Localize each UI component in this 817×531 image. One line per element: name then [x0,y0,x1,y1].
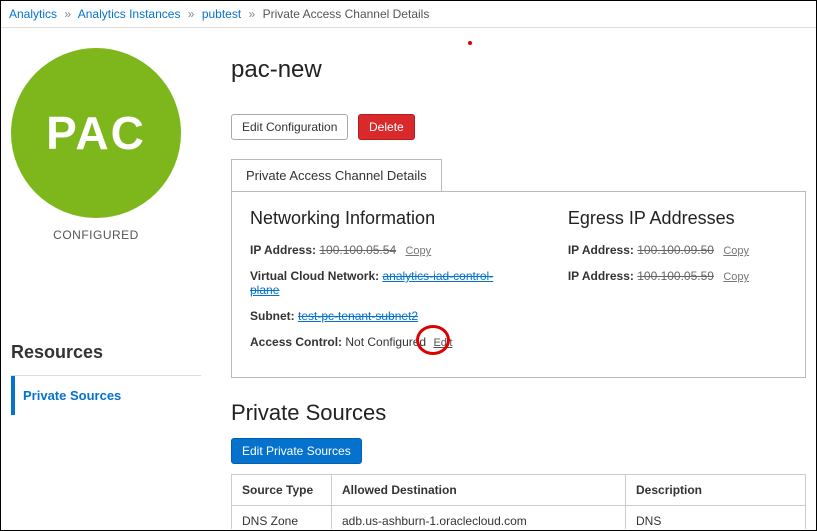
egress-ip-value: 100.100.09.50 [637,243,714,257]
resources-heading: Resources [11,342,201,363]
private-sources-heading: Private Sources [231,400,806,426]
pac-badge-text: PAC [46,106,146,160]
breadcrumb-sep: » [249,7,256,21]
egress-ip-label: IP Address: [568,243,634,257]
annotation-dot [468,41,472,45]
egress-heading: Egress IP Addresses [568,208,787,229]
access-control-edit-link[interactable]: Edit [433,337,452,349]
ip-address-label: IP Address: [250,243,316,257]
edit-configuration-button[interactable]: Edit Configuration [231,114,348,140]
subnet-link[interactable]: test-pc-tenant-subnet2 [298,309,418,323]
breadcrumb-current: Private Access Channel Details [263,7,430,21]
delete-button[interactable]: Delete [358,114,415,140]
page-title: pac-new [231,56,806,84]
breadcrumb: Analytics » Analytics Instances » pubtes… [1,1,816,28]
access-control-value: Not Configured [345,335,426,349]
breadcrumb-link-pubtest[interactable]: pubtest [202,7,241,21]
col-description: Description [626,475,806,506]
ip-copy-link[interactable]: Copy [405,245,431,257]
access-control-label: Access Control: [250,335,342,349]
col-allowed-dest: Allowed Destination [332,475,626,506]
pac-badge-circle: PAC [11,48,181,218]
egress-ip-copy-link[interactable]: Copy [723,245,749,257]
resources-item-private-sources[interactable]: Private Sources [11,376,201,415]
cell-allowed-dest: adb.us-ashburn-1.oraclecloud.com [332,506,626,530]
breadcrumb-sep: » [188,7,195,21]
egress-ip-label: IP Address: [568,269,634,283]
resources-list: Private Sources [11,375,201,415]
tab-pac-details[interactable]: Private Access Channel Details [231,159,442,192]
cell-description: DNS [626,506,806,530]
vcn-label: Virtual Cloud Network: [250,269,379,283]
breadcrumb-sep: » [64,7,71,21]
table-row: DNS Zone adb.us-ashburn-1.oraclecloud.co… [232,506,806,530]
breadcrumb-link-instances[interactable]: Analytics Instances [78,7,181,21]
breadcrumb-link-analytics[interactable]: Analytics [9,7,57,21]
pac-status-label: CONFIGURED [11,228,181,242]
col-source-type: Source Type [232,475,332,506]
subnet-label: Subnet: [250,309,295,323]
private-sources-table: Source Type Allowed Destination Descript… [231,474,806,529]
ip-address-value: 100.100.05.54 [319,243,396,257]
egress-ip-copy-link[interactable]: Copy [723,271,749,283]
edit-private-sources-button[interactable]: Edit Private Sources [231,438,362,464]
networking-heading: Networking Information [250,208,518,229]
cell-source-type: DNS Zone [232,506,332,530]
egress-ip-value: 100.100.05.59 [637,269,714,283]
